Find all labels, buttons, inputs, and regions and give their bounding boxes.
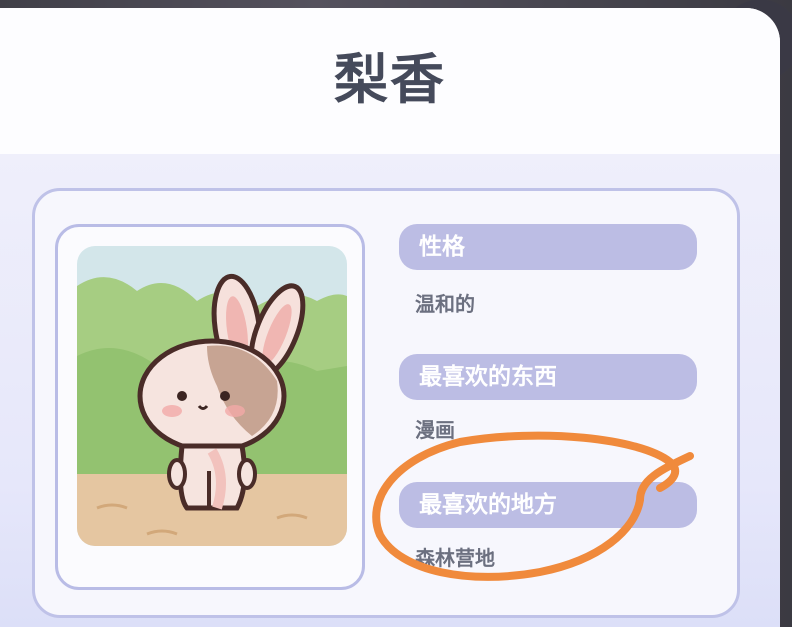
value-personality: 温和的 <box>415 292 475 316</box>
label-favorite-place: 最喜欢的地方 <box>399 482 697 528</box>
character-name: 梨香 <box>334 47 446 111</box>
label-favorite-thing: 最喜欢的东西 <box>399 354 697 400</box>
value-favorite-thing: 漫画 <box>415 418 455 442</box>
portrait-frame <box>55 224 365 590</box>
label-personality: 性格 <box>399 224 697 270</box>
value-favorite-place: 森林营地 <box>415 546 495 570</box>
info-panel: 性格 温和的 最喜欢的东西 漫画 最喜欢的地方 森林营地 <box>32 188 740 618</box>
bunny-portrait-icon <box>77 246 347 546</box>
card-body: 性格 温和的 最喜欢的东西 漫画 最喜欢的地方 森林营地 <box>0 154 780 627</box>
card-header: 梨香 <box>0 8 780 154</box>
character-profile-card: 梨香 性格 温和的 最喜欢的东西 漫画 最喜欢的地方 森林营地 <box>0 8 780 627</box>
